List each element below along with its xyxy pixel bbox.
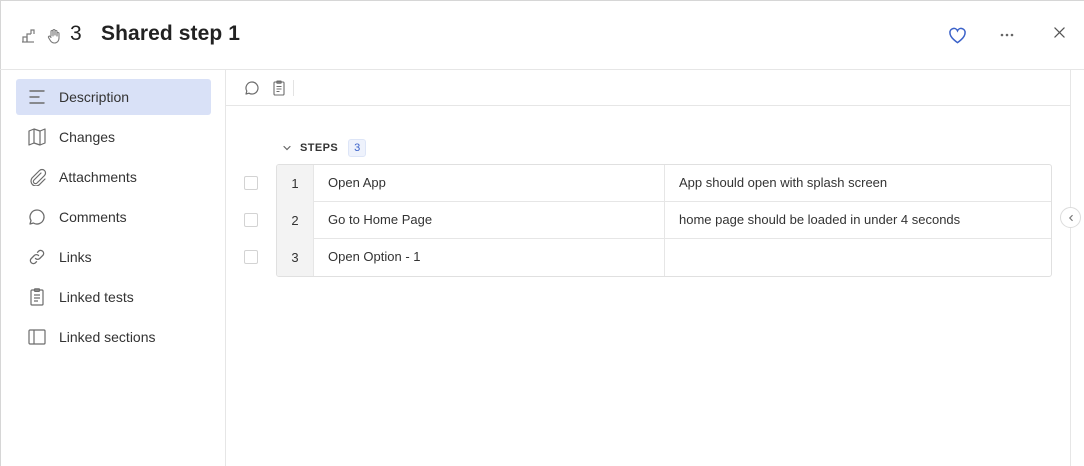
link-icon xyxy=(27,248,47,266)
step-action[interactable]: Open Option - 1 xyxy=(314,239,665,276)
map-icon xyxy=(27,128,47,146)
header: 3 Shared step 1 xyxy=(0,0,1084,70)
sidebar-item-linked-sections[interactable]: Linked sections xyxy=(16,319,211,355)
step-action[interactable]: Go to Home Page xyxy=(314,202,665,239)
sidebar-item-label: Description xyxy=(59,89,130,105)
steps-table: 1 Open App App should open with splash s… xyxy=(276,164,1052,277)
hand-icon xyxy=(46,28,62,44)
more-button[interactable] xyxy=(994,22,1020,48)
shared-step-icon xyxy=(20,28,36,44)
sidebar-item-linked-tests[interactable]: Linked tests xyxy=(16,279,211,315)
sidebar-item-attachments[interactable]: Attachments xyxy=(16,159,211,195)
clipboard-icon[interactable] xyxy=(271,80,287,96)
favorite-button[interactable] xyxy=(944,22,970,48)
step-expected-result[interactable] xyxy=(665,239,1051,276)
sidebar-item-comments[interactable]: Comments xyxy=(16,199,211,235)
chevron-down-icon xyxy=(282,143,292,153)
more-icon xyxy=(1000,33,1014,37)
table-row[interactable]: 3 Open Option - 1 xyxy=(277,239,1051,276)
step-number: 1 xyxy=(277,165,314,202)
collapse-panel-button[interactable] xyxy=(1060,207,1081,228)
step-checkbox[interactable] xyxy=(244,176,258,190)
close-button[interactable] xyxy=(1046,19,1072,45)
comment-icon xyxy=(27,208,47,226)
paperclip-icon xyxy=(27,168,47,186)
steps-section-header[interactable]: STEPS 3 xyxy=(282,138,367,158)
comment-icon[interactable] xyxy=(244,80,260,96)
table-row[interactable]: 2 Go to Home Page home page should be lo… xyxy=(277,202,1051,239)
panel-icon xyxy=(27,328,47,346)
sidebar-item-label: Links xyxy=(59,249,92,265)
heart-icon xyxy=(948,27,967,44)
item-id: 3 xyxy=(70,22,82,45)
toolbar xyxy=(226,70,1071,106)
description-icon xyxy=(27,88,47,106)
sidebar-item-label: Comments xyxy=(59,209,127,225)
step-action[interactable]: Open App xyxy=(314,165,665,202)
close-icon xyxy=(1053,26,1065,38)
sidebar-item-label: Linked tests xyxy=(59,289,134,305)
sidebar-item-label: Linked sections xyxy=(59,329,156,345)
toolbar-divider xyxy=(293,80,294,96)
chevron-left-icon xyxy=(1067,214,1075,222)
steps-label: STEPS xyxy=(300,142,339,154)
sidebar-item-description[interactable]: Description xyxy=(16,79,211,115)
sidebar-item-links[interactable]: Links xyxy=(16,239,211,275)
step-checkbox[interactable] xyxy=(244,250,258,264)
sidebar: Description Changes Attachments Comments xyxy=(1,70,226,466)
step-number: 3 xyxy=(277,239,314,276)
sidebar-item-label: Changes xyxy=(59,129,116,145)
main-content: STEPS 3 1 Open App App should open with … xyxy=(226,70,1071,466)
sidebar-item-label: Attachments xyxy=(59,169,137,185)
steps-count-badge: 3 xyxy=(348,139,367,157)
table-row[interactable]: 1 Open App App should open with splash s… xyxy=(277,165,1051,202)
page-title: Shared step 1 xyxy=(101,22,241,45)
clipboard-icon xyxy=(27,288,47,306)
step-number: 2 xyxy=(277,202,314,239)
step-expected-result[interactable]: App should open with splash screen xyxy=(665,165,1051,202)
sidebar-item-changes[interactable]: Changes xyxy=(16,119,211,155)
step-checkbox[interactable] xyxy=(244,213,258,227)
step-expected-result[interactable]: home page should be loaded in under 4 se… xyxy=(665,202,1051,239)
